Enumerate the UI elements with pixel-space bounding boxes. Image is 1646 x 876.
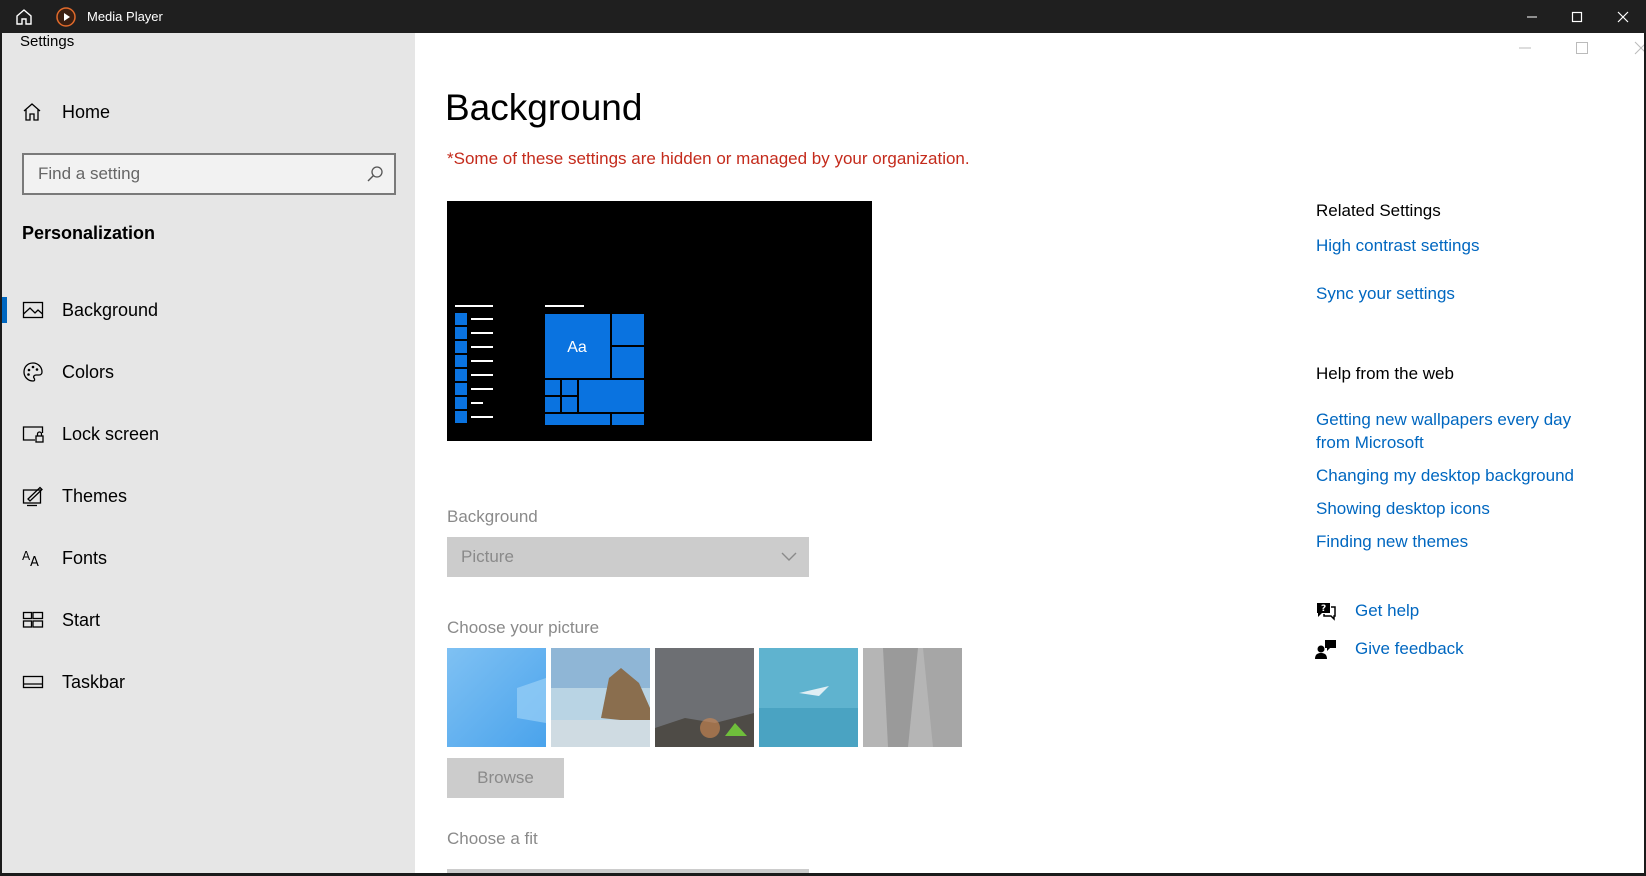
- themes-icon: [22, 486, 43, 507]
- close-icon: [1617, 11, 1629, 22]
- section-title: Personalization: [22, 223, 156, 243]
- nav-item-taskbar[interactable]: Taskbar: [2, 657, 415, 707]
- svg-text:A: A: [30, 555, 39, 569]
- nav-item-fonts[interactable]: A A Fonts: [2, 533, 415, 583]
- page-title: Background: [445, 87, 643, 128]
- fonts-icon: A A: [22, 549, 39, 569]
- nav-item-label: Background: [62, 299, 159, 320]
- policy-warning: *Some of these settings are hidden or ma…: [447, 149, 970, 168]
- home-icon[interactable]: [14, 7, 34, 27]
- nav-item-label: Lock screen: [62, 423, 160, 444]
- minimize-icon: [1519, 47, 1531, 49]
- selection-indicator: [2, 297, 7, 323]
- high-contrast-link[interactable]: High contrast settings: [1316, 234, 1616, 257]
- home-icon: [23, 103, 41, 121]
- palette-icon: [23, 362, 43, 382]
- get-help-row[interactable]: ? Get help: [1314, 599, 1419, 623]
- search-box[interactable]: [22, 153, 396, 195]
- maximize-icon: [1571, 11, 1583, 22]
- get-help-icon: ?: [1317, 603, 1336, 621]
- get-help-link[interactable]: Get help: [1355, 601, 1419, 621]
- media-player-title-bar: Media Player: [0, 0, 1646, 33]
- nav-item-colors[interactable]: Colors: [2, 347, 415, 397]
- browse-button[interactable]: Browse: [447, 758, 564, 798]
- settings-window-title: Settings: [20, 33, 75, 50]
- minimize-icon: [1527, 16, 1537, 17]
- media-player-icon: [56, 7, 76, 27]
- search-icon[interactable]: [366, 165, 384, 183]
- background-dropdown-value: Picture: [461, 547, 514, 566]
- nav-item-lock-screen[interactable]: Lock screen: [2, 409, 415, 459]
- lock-screen-icon: [22, 426, 44, 443]
- svg-text:?: ?: [1321, 604, 1326, 614]
- maximize-icon: [1576, 42, 1588, 54]
- search-input[interactable]: [24, 164, 366, 184]
- inner-close-button[interactable]: [1611, 33, 1644, 63]
- thumbnail-underwater[interactable]: [759, 648, 858, 747]
- desktop-icons-link[interactable]: Showing desktop icons: [1316, 497, 1616, 520]
- sync-settings-link[interactable]: Sync your settings: [1316, 282, 1616, 305]
- start-icon: [22, 611, 44, 628]
- nav-home-label: Home: [62, 101, 111, 122]
- thumbnail-windows[interactable]: [447, 648, 546, 747]
- thumbnail-beach[interactable]: [551, 648, 650, 747]
- background-label: Background: [447, 507, 538, 526]
- nav-item-label: Taskbar: [62, 671, 126, 692]
- close-icon: [1634, 41, 1644, 55]
- settings-window: Settings Home Personalization Background: [2, 33, 1644, 873]
- wallpapers-link[interactable]: Getting new wallpapers every day from Mi…: [1316, 408, 1606, 454]
- nav-home[interactable]: Home: [22, 97, 110, 127]
- fit-dropdown[interactable]: [447, 869, 809, 873]
- give-feedback-link[interactable]: Give feedback: [1355, 639, 1464, 659]
- nav-item-label: Colors: [62, 361, 115, 382]
- desktop-preview: Aa: [447, 201, 872, 441]
- preview-tile-text: Aa: [567, 339, 587, 356]
- nav-item-background[interactable]: Background: [2, 285, 415, 335]
- inner-minimize-button[interactable]: [1495, 33, 1555, 63]
- new-themes-link[interactable]: Finding new themes: [1316, 530, 1616, 553]
- choose-picture-label: Choose your picture: [447, 618, 600, 637]
- feedback-icon: [1315, 640, 1336, 659]
- help-heading: Help from the web: [1316, 364, 1454, 383]
- nav-item-label: Themes: [62, 485, 128, 506]
- nav-item-start[interactable]: Start: [2, 595, 415, 645]
- picture-icon: [22, 301, 44, 319]
- background-dropdown[interactable]: Picture: [447, 537, 809, 577]
- picture-thumbnails: [447, 648, 962, 747]
- desktop-background-link[interactable]: Changing my desktop background: [1316, 464, 1616, 487]
- give-feedback-row[interactable]: Give feedback: [1314, 637, 1464, 661]
- sidebar: Settings Home Personalization Background: [2, 33, 415, 873]
- nav-item-label: Fonts: [62, 547, 108, 568]
- taskbar-icon: [22, 675, 44, 689]
- inner-maximize-button[interactable]: [1552, 33, 1612, 63]
- thumbnail-night-sky[interactable]: [655, 648, 754, 747]
- related-settings-heading: Related Settings: [1316, 201, 1441, 220]
- chevron-down-icon: [781, 552, 797, 561]
- preview-tiles: Aa: [545, 305, 644, 425]
- nav-item-themes[interactable]: Themes: [2, 471, 415, 521]
- close-button[interactable]: [1594, 0, 1646, 33]
- choose-fit-label: Choose a fit: [447, 829, 538, 848]
- nav-item-label: Start: [62, 609, 101, 630]
- thumbnail-cliff[interactable]: [863, 648, 962, 747]
- app-title: Media Player: [87, 9, 163, 24]
